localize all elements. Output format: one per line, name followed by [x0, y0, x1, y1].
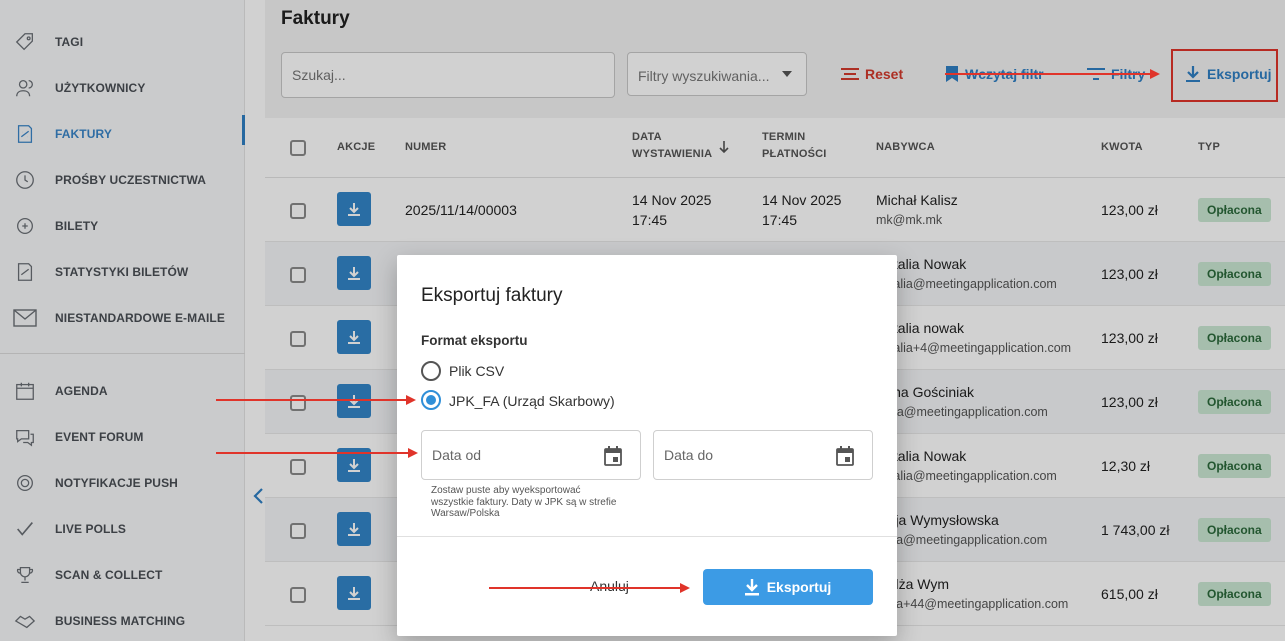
dialog-title: Eksportuj faktury	[421, 285, 563, 306]
date-to-field[interactable]: Data do	[653, 430, 873, 480]
date-from-placeholder: Data od	[432, 447, 482, 463]
radio-jpk-label[interactable]: JPK_FA (Urząd Skarbowy)	[449, 393, 615, 409]
calendar-icon[interactable]	[604, 446, 622, 466]
radio-csv[interactable]	[421, 361, 441, 381]
radio-jpk[interactable]	[421, 390, 441, 410]
confirm-export-button[interactable]: Eksportuj	[703, 569, 873, 605]
cancel-button[interactable]: Anuluj	[590, 578, 629, 594]
radio-csv-label[interactable]: Plik CSV	[449, 363, 504, 379]
date-hint-text: Zostaw puste aby wyeksportować wszystkie…	[431, 485, 617, 519]
confirm-export-label: Eksportuj	[766, 579, 832, 595]
export-invoices-dialog: Eksportuj faktury Format eksportu Plik C…	[397, 255, 897, 636]
download-icon	[744, 579, 759, 596]
export-format-label: Format eksportu	[421, 333, 528, 348]
dialog-divider	[397, 536, 897, 537]
date-from-field[interactable]: Data od	[421, 430, 641, 480]
date-to-placeholder: Data do	[664, 447, 714, 463]
calendar-icon[interactable]	[836, 446, 854, 466]
